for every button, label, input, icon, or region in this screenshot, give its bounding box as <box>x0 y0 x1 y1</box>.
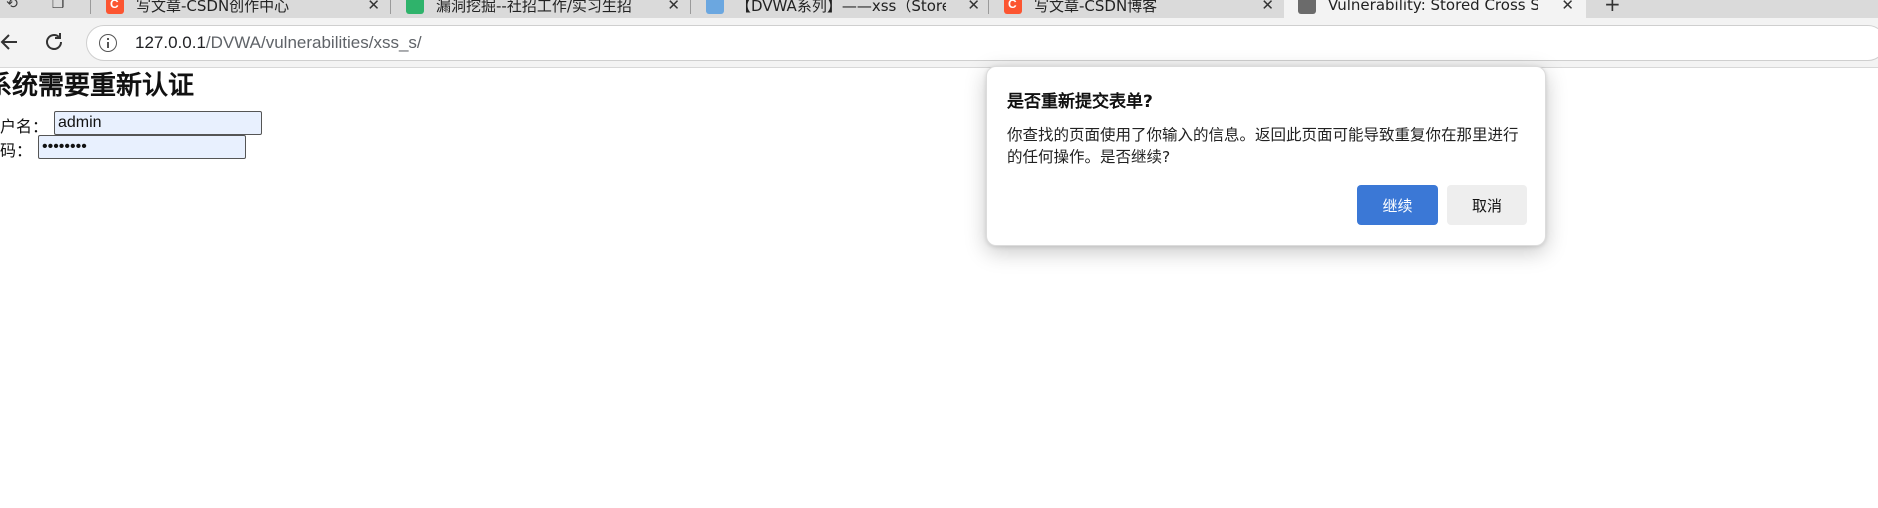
page-content: 系统需要重新认证 用户名： 密码： <box>0 69 1878 508</box>
url-path: /DVWA/vulnerabilities/xss_s/ <box>205 33 422 52</box>
tab-separator <box>690 0 691 14</box>
dialog-title: 是否重新提交表单? <box>1007 92 1153 112</box>
address-bar[interactable]: 127.0.0.1/DVWA/vulnerabilities/xss_s/ <box>86 25 1878 61</box>
tab-title: 写文章-CSDN创作中心 <box>136 0 290 15</box>
tab-separator <box>390 0 391 14</box>
cancel-button[interactable]: 取消 <box>1447 185 1527 225</box>
browser-toolbar: 127.0.0.1/DVWA/vulnerabilities/xss_s/ <box>0 18 1878 68</box>
close-icon[interactable]: ✕ <box>1561 0 1574 14</box>
url-host: 127.0.0.1 <box>135 33 206 52</box>
tab-title: Vulnerability: Stored Cross Site Sc <box>1328 0 1538 14</box>
dvwa-icon <box>1298 0 1316 14</box>
resubmit-form-dialog: 是否重新提交表单? 你查找的页面使用了你输入的信息。返回此页面可能导致重复你在那… <box>986 66 1546 246</box>
back-icon[interactable] <box>0 26 26 58</box>
reload-icon[interactable] <box>38 26 70 58</box>
dialog-message: 你查找的页面使用了你输入的信息。返回此页面可能导致重复你在那里进行的任何操作。是… <box>1007 126 1519 166</box>
workspaces-icon[interactable]: ⟲ <box>2 0 22 14</box>
close-icon[interactable]: ✕ <box>667 0 680 14</box>
tab-separator <box>90 0 91 14</box>
tab-separator <box>988 0 989 14</box>
tab-vuln-hunting[interactable]: 漏洞挖掘--社招工作/实习生招 ✕ <box>392 0 692 18</box>
password-field[interactable] <box>38 135 246 159</box>
continue-button[interactable]: 继续 <box>1357 185 1438 225</box>
username-label: 用户名： <box>0 117 49 136</box>
csdn-icon <box>106 0 124 14</box>
url-text[interactable]: 127.0.0.1/DVWA/vulnerabilities/xss_s/ <box>135 33 422 53</box>
tab-title: 【DVWA系列】——xss（Stored） <box>736 0 946 15</box>
tab-title: 写文章-CSDN博客 <box>1034 0 1158 15</box>
password-label: 密码： <box>0 141 33 160</box>
site-info-icon[interactable] <box>99 34 117 52</box>
username-field[interactable] <box>54 111 262 135</box>
tab-strip: ⟲ ❐ 写文章-CSDN创作中心 ✕ 漏洞挖掘--社招工作/实习生招 ✕ 【DV… <box>0 0 1878 18</box>
close-icon[interactable]: ✕ <box>967 0 980 14</box>
tab-csdn-blog[interactable]: 写文章-CSDN博客 ✕ <box>990 0 1286 18</box>
csdn-icon <box>1004 0 1022 14</box>
new-tab-icon[interactable]: + <box>1604 0 1621 16</box>
close-icon[interactable]: ✕ <box>367 0 380 14</box>
tab-dvwa-xss-stored[interactable]: Vulnerability: Stored Cross Site Sc ✕ <box>1284 0 1586 18</box>
tab-dvwa-series[interactable]: 【DVWA系列】——xss（Stored） ✕ <box>692 0 992 18</box>
tab-actions-icon[interactable]: ❐ <box>48 0 68 14</box>
page-title: 系统需要重新认证 <box>0 71 195 101</box>
tab-title: 漏洞挖掘--社招工作/实习生招 <box>436 0 632 15</box>
green-circle-icon <box>406 0 424 14</box>
close-icon[interactable]: ✕ <box>1261 0 1274 14</box>
tab-csdn-editor[interactable]: 写文章-CSDN创作中心 ✕ <box>92 0 392 18</box>
blue-doc-icon <box>706 0 724 14</box>
